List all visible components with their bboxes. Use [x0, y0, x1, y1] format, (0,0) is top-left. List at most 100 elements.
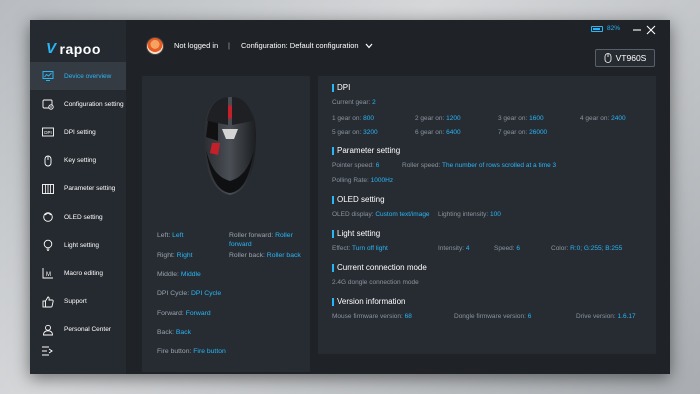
- light-effect: Effect: Turn off light: [332, 245, 388, 252]
- row-label: 2.4G dongle connection mode: [332, 279, 419, 286]
- row-value: 6: [375, 162, 380, 169]
- sidebar: V rapoo Device overview Configuration se…: [30, 20, 126, 374]
- dpi-gear-7: 7 gear on: 26000: [498, 129, 547, 136]
- minimize-icon: [633, 29, 641, 31]
- sidebar-nav: Device overview Configuration setting DP…: [30, 62, 126, 344]
- map-label: Middle:: [157, 271, 179, 278]
- row-value: 6400: [446, 129, 461, 136]
- pointer-speed: Pointer speed: 6: [332, 162, 379, 169]
- sidebar-item-personal-center[interactable]: Personal Center: [30, 316, 126, 344]
- row-value: 6: [516, 245, 521, 252]
- parameter-section-title: Parameter setting: [332, 146, 400, 155]
- row-value: 3200: [363, 129, 378, 136]
- map-label: Back:: [157, 329, 174, 336]
- section-marker: [332, 195, 334, 204]
- row-label: 7 gear on:: [498, 129, 528, 136]
- map-value: DPI Cycle: [191, 290, 222, 297]
- configuration-label: Configuration: Default configuration: [241, 41, 359, 50]
- map-value: Roller back: [266, 252, 301, 259]
- row-label: 2 gear on:: [415, 115, 445, 122]
- expand-menu-icon[interactable]: [41, 344, 54, 356]
- map-value: Left: [172, 232, 184, 239]
- light-intensity: Intensity: 4: [438, 245, 469, 252]
- row-value: 1.6.17: [617, 313, 636, 320]
- row-value: 68: [404, 313, 412, 320]
- rapoo-logo: V rapoo: [46, 40, 101, 57]
- dpi-gear-6: 6 gear on: 6400: [415, 129, 461, 136]
- row-label: Mouse firmware version:: [332, 313, 403, 320]
- sidebar-item-label: Light setting: [64, 241, 100, 249]
- row-value: Custom text/image: [375, 211, 430, 218]
- section-title-text: Current connection mode: [337, 263, 427, 272]
- sidebar-item-key-setting[interactable]: Key setting: [30, 147, 126, 175]
- map-value: Fire button: [193, 348, 226, 355]
- map-fire-button: Fire button: Fire button: [157, 348, 226, 357]
- person-icon: [41, 324, 54, 336]
- sidebar-item-label: Support: [64, 298, 87, 306]
- dpi-gear-2: 2 gear on: 1200: [415, 115, 461, 122]
- close-icon: [646, 25, 656, 35]
- polling-rate: Polling Rate: 1000Hz: [332, 177, 393, 184]
- light-section-title: Light setting: [332, 229, 380, 238]
- row-value: 1200: [446, 115, 461, 122]
- oled-section-title: OLED setting: [332, 195, 385, 204]
- sidebar-item-parameter-setting[interactable]: Parameter setting: [30, 175, 126, 203]
- sidebar-item-oled-setting[interactable]: OLED setting: [30, 203, 126, 231]
- button-mapping-panel: Left: Left Right: Right Middle: Middle D…: [142, 76, 310, 372]
- row-label: Color:: [551, 245, 569, 252]
- macro-icon: M: [41, 267, 54, 279]
- section-marker: [332, 83, 334, 92]
- sidebar-item-support[interactable]: Support: [30, 288, 126, 316]
- section-title-text: Version information: [337, 297, 406, 306]
- sidebar-item-macro-editing[interactable]: M Macro editing: [30, 259, 126, 287]
- row-value: 2400: [611, 115, 626, 122]
- section-title-text: Parameter setting: [337, 146, 401, 155]
- sidebar-item-light-setting[interactable]: Light setting: [30, 231, 126, 259]
- app-window: V rapoo Device overview Configuration se…: [30, 20, 670, 374]
- device-selector[interactable]: VT960S: [595, 49, 655, 67]
- top-bar: Not logged in | Configuration: Default c…: [126, 20, 670, 67]
- svg-text:M: M: [46, 272, 51, 278]
- dpi-gear-4: 4 gear on: 2400: [580, 115, 626, 122]
- sidebar-item-label: DPI setting: [64, 128, 96, 136]
- map-middle: Middle: Middle: [157, 271, 201, 280]
- login-status[interactable]: Not logged in: [174, 41, 218, 50]
- dpi-section-title: DPI: [332, 83, 350, 92]
- row-label: 6 gear on:: [415, 129, 445, 136]
- row-label: Drive version:: [576, 313, 616, 320]
- sidebar-item-dpi-setting[interactable]: DPI DPI setting: [30, 118, 126, 146]
- close-button[interactable]: [645, 23, 657, 35]
- map-value: Back: [175, 329, 192, 336]
- dongle-firmware-version: Dongle firmware version: 6: [454, 313, 531, 320]
- sidebar-item-configuration-setting[interactable]: Configuration setting: [30, 90, 126, 118]
- map-label: Left:: [157, 232, 171, 239]
- mouse-icon: [41, 155, 54, 167]
- svg-text:DPI: DPI: [44, 130, 52, 135]
- avatar[interactable]: [146, 37, 164, 55]
- map-value: Forward: [185, 310, 211, 317]
- monitor-chart-icon: [41, 70, 54, 82]
- thumbs-up-icon: [41, 296, 54, 308]
- oled-icon: [41, 211, 54, 223]
- lighting-intensity: Lighting intensity: 100: [438, 211, 501, 218]
- sidebar-item-device-overview[interactable]: Device overview: [30, 62, 126, 91]
- drive-version: Drive version: 1.6.17: [576, 313, 636, 320]
- sidebar-item-label: Device overview: [64, 72, 112, 80]
- row-value: 26000: [529, 129, 548, 136]
- map-left: Left: Left: [157, 232, 183, 241]
- light-color: Color: R:0; G:255; B:255: [551, 245, 622, 252]
- row-label: Pointer speed:: [332, 162, 374, 169]
- map-label: Roller forward:: [229, 232, 274, 239]
- connection-mode: 2.4G dongle connection mode: [332, 279, 419, 286]
- configuration-dropdown[interactable]: Configuration: Default configuration: [241, 41, 373, 50]
- logo-text: rapoo: [59, 40, 101, 57]
- section-marker: [332, 297, 334, 306]
- map-label: DPI Cycle:: [157, 290, 190, 297]
- section-title-text: Light setting: [337, 229, 381, 238]
- device-model: VT960S: [615, 53, 647, 63]
- sidebar-item-label: Configuration setting: [64, 100, 124, 108]
- sidebar-item-label: Parameter setting: [64, 185, 116, 193]
- map-label: Fire button:: [157, 348, 192, 355]
- sliders-icon: [41, 183, 54, 195]
- minimize-button[interactable]: [631, 23, 643, 35]
